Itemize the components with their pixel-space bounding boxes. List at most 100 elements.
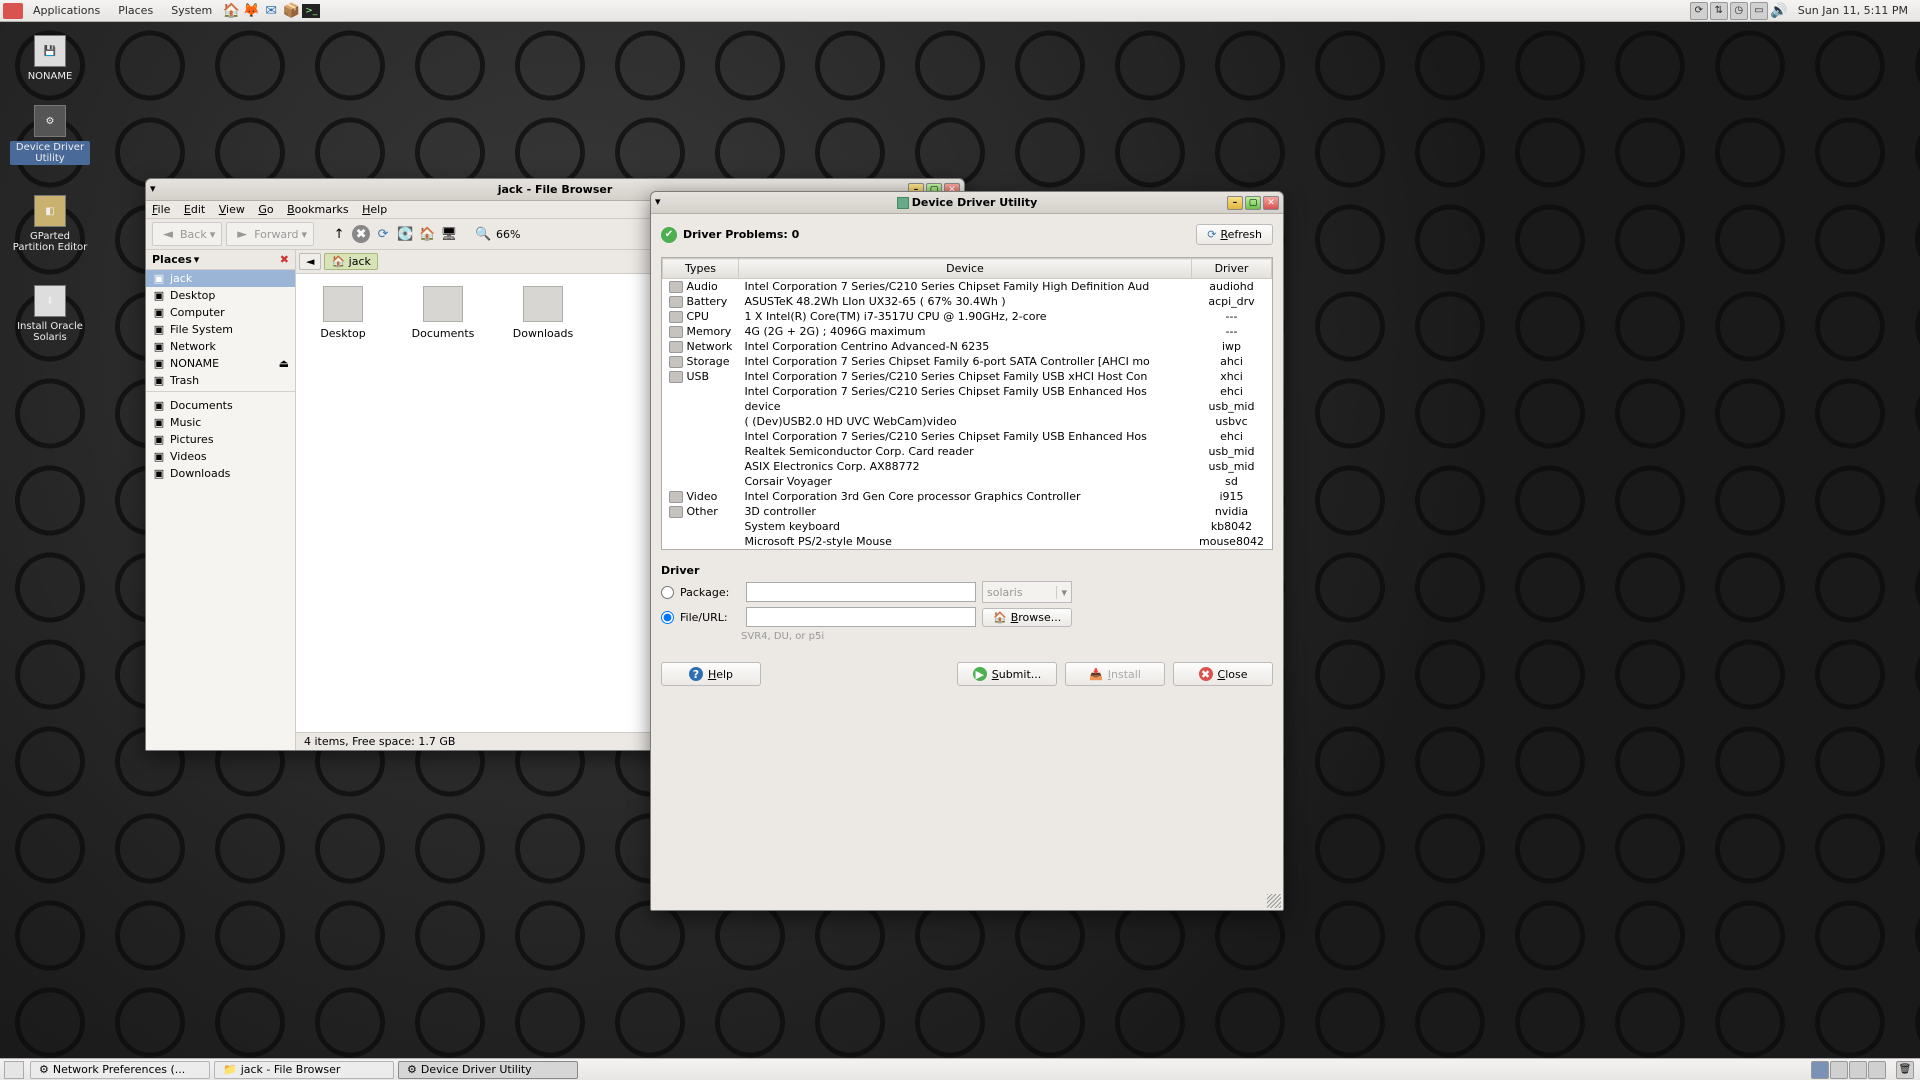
col-types-header[interactable]: Types — [663, 259, 739, 279]
device-row[interactable]: CPU1 X Intel(R) Core(TM) i7-3517U CPU @ … — [663, 309, 1272, 324]
device-row[interactable]: Other3D controllernvidia — [663, 504, 1272, 519]
desktop-icon-ddu[interactable]: ⚙ Device Driver Utility — [10, 105, 90, 165]
device-row[interactable]: Realtek Semiconductor Corp. Card readeru… — [663, 444, 1272, 459]
show-desktop-button[interactable] — [4, 1061, 24, 1079]
menu-view[interactable]: View — [219, 203, 245, 216]
desktop-icon-noname[interactable]: 💾 NONAME — [10, 35, 90, 82]
sidebar-item[interactable]: ▣Downloads — [146, 465, 295, 482]
tray-network-icon[interactable]: ⇅ — [1710, 2, 1728, 20]
home-icon[interactable]: 🏠 — [222, 2, 240, 20]
col-driver-header[interactable]: Driver — [1192, 259, 1272, 279]
menu-system[interactable]: System — [163, 1, 220, 20]
trash-icon[interactable]: 🗑 — [1896, 1061, 1914, 1079]
workspace-2[interactable] — [1830, 1061, 1848, 1079]
device-table[interactable]: Types Device Driver AudioIntel Corporati… — [661, 257, 1273, 550]
help-button[interactable]: ? Help — [661, 662, 761, 686]
forward-button[interactable]: ►Forward ▾ — [226, 222, 314, 246]
eject-icon[interactable]: ⏏ — [279, 357, 289, 370]
package-radio[interactable] — [661, 586, 674, 599]
install-button[interactable]: 📥 Install — [1065, 662, 1165, 686]
menu-go[interactable]: Go — [258, 203, 273, 216]
fileurl-input[interactable] — [746, 607, 976, 627]
device-row[interactable]: Memory 4G (2G + 2G) ; 4096G maximum--- — [663, 324, 1272, 339]
tray-updater-icon[interactable]: ⟳ — [1690, 2, 1708, 20]
tray-clock-icon[interactable]: ◷ — [1730, 2, 1748, 20]
menu-edit[interactable]: Edit — [184, 203, 205, 216]
device-row[interactable]: Intel Corporation 7 Series/C210 Series C… — [663, 429, 1272, 444]
reload-icon[interactable]: ⟳ — [374, 225, 392, 243]
stop-icon[interactable]: ✖ — [352, 225, 370, 243]
device-row[interactable]: AudioIntel Corporation 7 Series/C210 Ser… — [663, 279, 1272, 295]
desktop-icon-install[interactable]: ⬇ Install Oracle Solaris — [10, 285, 90, 343]
sidebar-item[interactable]: ▣Music — [146, 414, 295, 431]
maximize-button[interactable]: ▢ — [1245, 196, 1261, 210]
sidebar-item[interactable]: ▣Computer — [146, 304, 295, 321]
package-input[interactable] — [746, 582, 976, 602]
device-row[interactable]: NetworkIntel Corporation Centrino Advanc… — [663, 339, 1272, 354]
sidebar-header[interactable]: Places — [152, 253, 192, 266]
device-row[interactable]: ASIX Electronics Corp. AX88772usb_mid — [663, 459, 1272, 474]
computer-icon[interactable]: 🖥 — [440, 225, 458, 243]
file-item[interactable]: Documents — [408, 286, 478, 340]
task-ddu[interactable]: ⚙Device Driver Utility — [398, 1061, 578, 1079]
device-row[interactable]: VideoIntel Corporation 3rd Gen Core proc… — [663, 489, 1272, 504]
fileurl-radio[interactable] — [661, 611, 674, 624]
file-item[interactable]: Downloads — [508, 286, 578, 340]
sidebar-item[interactable]: ▣Videos — [146, 448, 295, 465]
home-icon[interactable]: 🏠 — [418, 225, 436, 243]
repo-combo[interactable]: solaris — [982, 581, 1072, 603]
sidebar-item[interactable]: ▣Desktop — [146, 287, 295, 304]
resize-grip[interactable] — [1267, 894, 1281, 908]
sidebar-item[interactable]: ▣Pictures — [146, 431, 295, 448]
menu-help[interactable]: Help — [362, 203, 387, 216]
device-row[interactable]: USBIntel Corporation 7 Series/C210 Serie… — [663, 369, 1272, 384]
col-device-header[interactable]: Device — [738, 259, 1191, 279]
menu-file[interactable]: File — [152, 203, 170, 216]
menu-bookmarks[interactable]: Bookmarks — [287, 203, 348, 216]
minimize-button[interactable]: – — [1227, 196, 1243, 210]
thunderbird-icon[interactable]: ✉ — [262, 2, 280, 20]
file-item[interactable]: Desktop — [308, 286, 378, 340]
refresh-button[interactable]: ⟳ Refresh — [1196, 224, 1273, 245]
sidebar-close-icon[interactable]: ✖ — [280, 253, 289, 266]
close-dialog-button[interactable]: ✖ Close — [1173, 662, 1273, 686]
sidebar-item[interactable]: ▣Trash — [146, 372, 295, 389]
ddu-titlebar[interactable]: ▾ Device Driver Utility – ▢ ✕ — [651, 192, 1283, 214]
back-button[interactable]: ◄Back ▾ — [152, 222, 222, 246]
task-file-browser[interactable]: 📁jack - File Browser — [214, 1061, 394, 1079]
device-row[interactable]: StorageIntel Corporation 7 Series Chipse… — [663, 354, 1272, 369]
device-row[interactable]: Microsoft PS/2-style Mousemouse8042 — [663, 534, 1272, 549]
menu-places[interactable]: Places — [110, 1, 161, 20]
workspace-1[interactable] — [1811, 1061, 1829, 1079]
tray-volume-icon[interactable]: 🔊 — [1770, 2, 1788, 20]
window-menu-icon[interactable]: ▾ — [655, 195, 671, 211]
device-row[interactable]: BatteryASUSTeK 48.2Wh LIon UX32-65 ( 67%… — [663, 294, 1272, 309]
window-menu-icon[interactable]: ▾ — [150, 182, 166, 198]
distro-logo-icon[interactable] — [3, 3, 23, 19]
firefox-icon[interactable]: 🦊 — [242, 2, 260, 20]
desktop-icon-gparted[interactable]: ◧ GParted Partition Editor — [10, 195, 90, 253]
device-row[interactable]: deviceusb_mid — [663, 399, 1272, 414]
tray-display-icon[interactable]: ▭ — [1750, 2, 1768, 20]
sidebar-item[interactable]: ▣NONAME⏏ — [146, 355, 295, 372]
submit-button[interactable]: ▶ Submit... — [957, 662, 1057, 686]
zoom-out-icon[interactable]: 🔍 — [474, 225, 492, 243]
device-row[interactable]: Intel Corporation 7 Series/C210 Series C… — [663, 384, 1272, 399]
menu-applications[interactable]: Applications — [25, 1, 108, 20]
terminal-icon[interactable]: >_ — [302, 4, 320, 18]
workspace-3[interactable] — [1849, 1061, 1867, 1079]
sidebar-item[interactable]: ▣Documents — [146, 397, 295, 414]
path-segment[interactable]: 🏠 jack — [324, 253, 377, 270]
up-icon[interactable]: ↑ — [330, 225, 348, 243]
device-row[interactable]: ( (Dev)USB2.0 HD UVC WebCam)videousbvc — [663, 414, 1272, 429]
sidebar-item[interactable]: ▣Network — [146, 338, 295, 355]
sidebar-item[interactable]: ▣jack — [146, 270, 295, 287]
workspace-4[interactable] — [1868, 1061, 1886, 1079]
package-manager-icon[interactable]: 📦 — [282, 2, 300, 20]
browse-button[interactable]: 🏠 Browse... — [982, 608, 1072, 627]
sidebar-item[interactable]: ▣File System — [146, 321, 295, 338]
device-row[interactable]: Corsair Voyagersd — [663, 474, 1272, 489]
path-back-button[interactable]: ◄ — [299, 253, 321, 270]
close-button[interactable]: ✕ — [1263, 196, 1279, 210]
device-row[interactable]: System keyboardkb8042 — [663, 519, 1272, 534]
